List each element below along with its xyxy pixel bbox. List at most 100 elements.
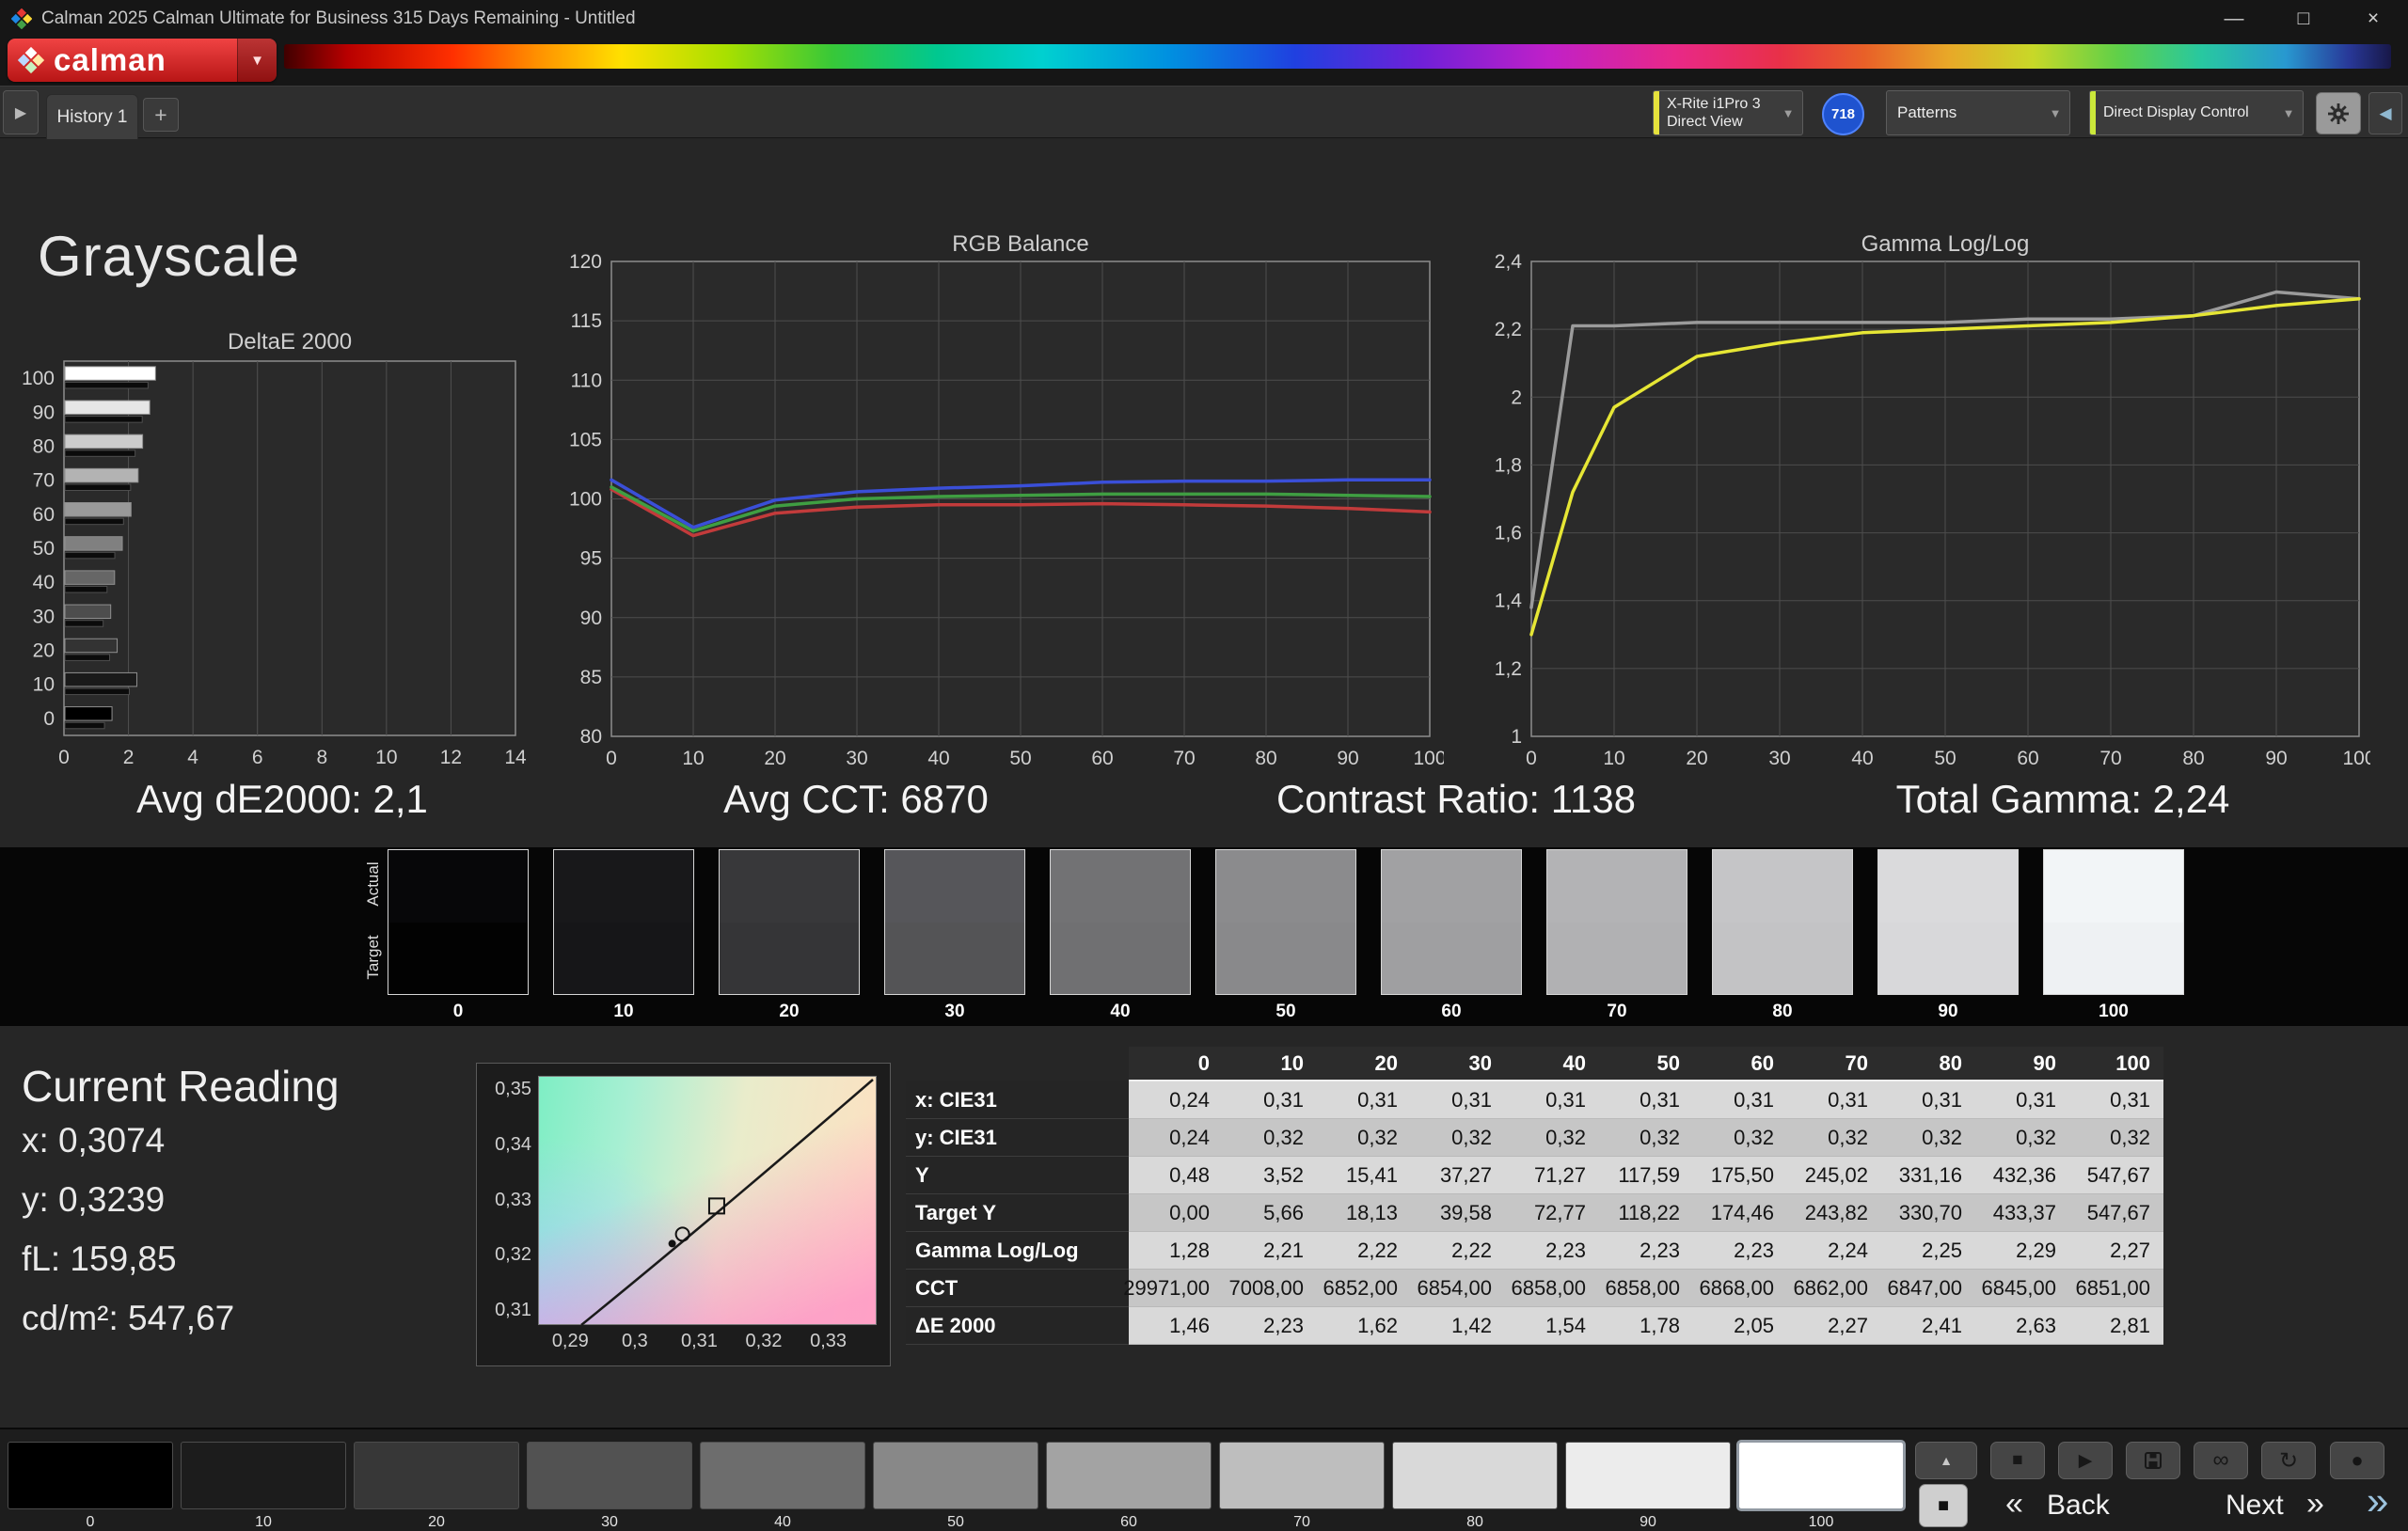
svg-text:80: 80 — [2182, 748, 2204, 769]
pattern-window-button[interactable]: ■ — [1919, 1484, 1968, 1527]
actual-row-label: Actual — [364, 861, 382, 907]
settings-gear-button[interactable] — [2316, 92, 2361, 134]
svg-text:1,8: 1,8 — [1495, 454, 1522, 476]
avg-cct-stat: Avg CCT: 6870 — [723, 777, 989, 821]
svg-text:50: 50 — [1009, 748, 1031, 769]
save-disk-icon — [2145, 1452, 2162, 1469]
table-col-header: 30 — [1411, 1047, 1505, 1081]
table-cell: 0,32 — [1317, 1119, 1411, 1157]
svg-text:90: 90 — [2265, 748, 2287, 769]
display-control-dropdown[interactable]: Direct Display Control ▼ — [2089, 90, 2304, 135]
tab-history-1[interactable]: History 1 — [46, 94, 138, 139]
grayscale-swatch-70 — [1546, 849, 1687, 995]
corner-chevron-icon[interactable]: » — [2367, 1478, 2388, 1523]
expand-up-button[interactable]: ▲ — [1915, 1442, 1977, 1479]
save-button[interactable] — [2126, 1442, 2180, 1479]
meter-line1: X-Rite i1Pro 3 — [1667, 96, 1761, 112]
pattern-patch-100[interactable] — [1736, 1440, 1906, 1511]
add-tab-button[interactable]: + — [143, 98, 179, 132]
swatch-actual — [1382, 850, 1521, 923]
svg-text:105: 105 — [569, 429, 602, 450]
table-cell: 1,62 — [1317, 1307, 1411, 1345]
bottom-bar: 0 10 20 30 40 50 60 70 80 90 100 ▲ ■ ▶ ∞ ↻ ● ■ « B… — [0, 1428, 2408, 1531]
pattern-patch-50[interactable] — [873, 1442, 1038, 1509]
patch-level-label: 60 — [1120, 1514, 1137, 1530]
pattern-patch-0[interactable] — [8, 1442, 173, 1509]
brand-row: calman ▼ — [0, 37, 2408, 86]
workflow-flyout-button[interactable]: ▶ — [3, 90, 39, 134]
current-reading-title: Current Reading — [22, 1062, 340, 1111]
cie-y-tick: 0,34 — [495, 1133, 531, 1155]
svg-text:100: 100 — [1413, 748, 1444, 769]
back-chevron-icon[interactable]: « — [2005, 1486, 2023, 1523]
cie-x-tick: 0,3 — [621, 1331, 648, 1351]
meter-status-badge[interactable]: 718 — [1822, 93, 1864, 135]
grayscale-data-table: 0 10 20 30 40 50 60 70 80 90 100 x: CIE31 0,24 0,31 0,… — [906, 1047, 2163, 1345]
svg-text:70: 70 — [33, 470, 55, 492]
table-cell: 1,46 — [1129, 1307, 1223, 1345]
table-cell: 7008,00 — [1223, 1270, 1317, 1307]
table-cell: 72,77 — [1505, 1194, 1599, 1232]
swatch-target — [1547, 922, 1687, 994]
close-button[interactable]: × — [2338, 0, 2408, 37]
stop-button[interactable]: ■ — [1990, 1442, 2045, 1479]
patterns-dropdown[interactable]: Patterns ▼ — [1886, 90, 2070, 135]
cie-x-tick: 0,29 — [551, 1331, 589, 1351]
svg-text:115: 115 — [571, 310, 602, 332]
patch-level-label: 10 — [255, 1514, 272, 1530]
svg-text:20: 20 — [33, 640, 55, 662]
svg-text:10: 10 — [33, 674, 55, 696]
refresh-button[interactable]: ↻ — [2261, 1442, 2316, 1479]
pattern-patch-20[interactable] — [354, 1442, 519, 1509]
next-chevron-icon[interactable]: » — [2306, 1486, 2324, 1523]
table-cell: 0,32 — [1693, 1119, 1787, 1157]
table-cell: 0,24 — [1129, 1119, 1223, 1157]
calman-menu-button[interactable]: calman ▼ — [8, 39, 277, 82]
back-button[interactable]: Back — [2047, 1490, 2110, 1522]
meter-line2: Direct View — [1667, 114, 1743, 130]
svg-text:60: 60 — [33, 504, 55, 526]
table-col-header: 90 — [1975, 1047, 2069, 1081]
svg-text:60: 60 — [1091, 748, 1113, 769]
next-button[interactable]: Next — [2226, 1490, 2284, 1522]
table-row-label: y: CIE31 — [906, 1119, 1129, 1157]
table-row-label: Gamma Log/Log — [906, 1232, 1129, 1270]
pattern-patch-10[interactable] — [181, 1442, 346, 1509]
pattern-patch-30[interactable] — [527, 1442, 692, 1509]
patch-level-label: 30 — [601, 1514, 618, 1530]
svg-text:0: 0 — [1526, 748, 1537, 769]
pattern-patch-70[interactable] — [1219, 1442, 1385, 1509]
calman-menu-chevron-icon[interactable]: ▼ — [237, 39, 277, 82]
cie-x-tick: 0,32 — [745, 1331, 783, 1351]
swatch-target — [1216, 922, 1355, 994]
svg-text:70: 70 — [2099, 748, 2121, 769]
pattern-patch-40[interactable] — [700, 1442, 865, 1509]
table-cell: 71,27 — [1505, 1157, 1599, 1194]
table-cell: 0,31 — [1975, 1081, 2069, 1119]
record-button[interactable]: ● — [2330, 1442, 2384, 1479]
svg-text:50: 50 — [33, 538, 55, 560]
play-button[interactable]: ▶ — [2058, 1442, 2113, 1479]
maximize-button[interactable]: □ — [2269, 0, 2338, 37]
svg-text:80: 80 — [33, 435, 55, 457]
table-cell: 0,31 — [1693, 1081, 1787, 1119]
pattern-patch-90[interactable] — [1565, 1442, 1731, 1509]
continuous-measure-button[interactable]: ∞ — [2194, 1442, 2248, 1479]
table-cell: 2,29 — [1975, 1232, 2069, 1270]
meter-dropdown[interactable]: X-Rite i1Pro 3 Direct View ▼ — [1653, 90, 1803, 135]
svg-text:40: 40 — [927, 748, 949, 769]
table-cell: 0,31 — [1881, 1081, 1975, 1119]
pattern-patch-80[interactable] — [1392, 1442, 1558, 1509]
chevron-down-icon: ▼ — [2282, 105, 2295, 120]
minimize-button[interactable]: — — [2199, 0, 2269, 37]
table-row-label: CCT — [906, 1270, 1129, 1307]
table-col-header: 40 — [1505, 1047, 1599, 1081]
table-cell: 6862,00 — [1787, 1270, 1881, 1307]
table-cell: 330,70 — [1881, 1194, 1975, 1232]
collapse-panel-button[interactable]: ◀ — [2368, 92, 2402, 134]
table-cell: 118,22 — [1599, 1194, 1693, 1232]
table-cell: 2,41 — [1881, 1307, 1975, 1345]
table-cell: 0,32 — [1411, 1119, 1505, 1157]
swatch-actual — [2044, 850, 2183, 923]
pattern-patch-60[interactable] — [1046, 1442, 1212, 1509]
